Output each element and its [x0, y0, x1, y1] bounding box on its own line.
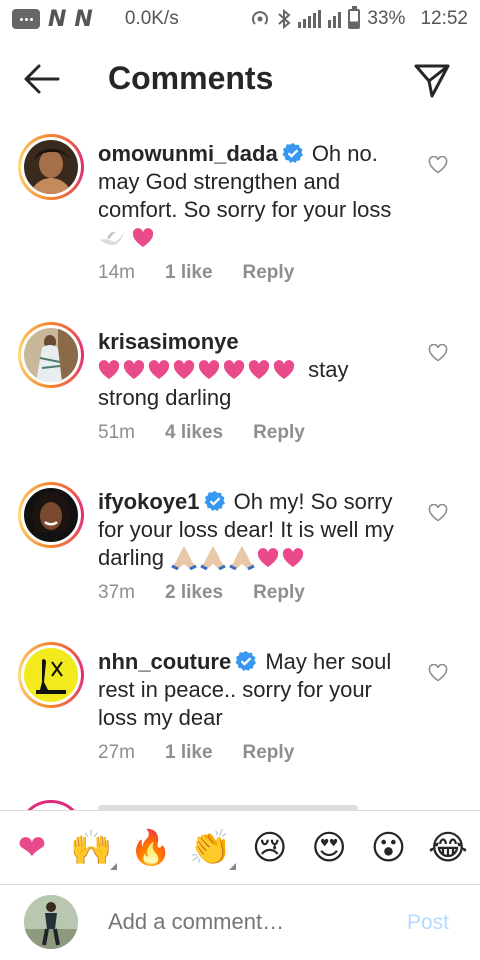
comment-time: 51m [98, 422, 135, 443]
praying-hands-emoji-icon [171, 546, 197, 570]
comment-body: ifyokoye1 Oh my! So sorry for your loss … [98, 488, 398, 572]
signal-icon-2 [328, 10, 342, 28]
reply-button[interactable]: Reply [253, 582, 305, 604]
avatar[interactable] [18, 642, 84, 708]
page-title: Comments [108, 60, 274, 96]
comment-composer: Post [0, 884, 480, 960]
signal-icon [298, 10, 322, 28]
pink-heart-icon [98, 360, 120, 379]
network-letter-2: N [74, 6, 93, 32]
heart-eyes-emoji-button[interactable]: 😍 [309, 828, 349, 868]
network-speed: 0.0K/s [124, 8, 179, 29]
battery-percent: 33% [367, 8, 406, 29]
emoji-quick-bar: ❤ 🙌 🔥 👏 😢 😍 😮 😂 [0, 810, 480, 884]
direct-send-icon[interactable] [412, 60, 452, 100]
pink-heart-icon [223, 360, 245, 379]
clapping-emoji-button[interactable]: 👏 [189, 827, 237, 870]
pink-heart-icon [173, 360, 195, 379]
like-heart-icon[interactable] [428, 504, 448, 522]
battery-icon [348, 6, 361, 29]
skin-tone-indicator [229, 862, 237, 870]
pink-heart-icon [148, 360, 170, 379]
dove-emoji-icon [100, 231, 124, 245]
post-button[interactable]: Post [407, 911, 449, 935]
pink-heart-icon [248, 360, 270, 379]
pink-heart-icon [258, 548, 279, 567]
comment-body: krisasimonye stay strong darling [98, 328, 398, 412]
comment-body: nhn_couture May her soul rest in peace..… [98, 648, 398, 732]
reply-button[interactable]: Reply [243, 262, 295, 284]
praying-hands-emoji-icon [229, 546, 255, 570]
header: Comments [0, 40, 480, 120]
raised-hands-emoji: 🙌 [70, 827, 113, 868]
comment-input[interactable] [108, 909, 388, 935]
avatar[interactable] [18, 482, 84, 548]
comment-username[interactable]: omowunmi_dada [98, 141, 278, 166]
pink-heart-icon [283, 548, 304, 567]
comment-item: omowunmi_dada Oh no. may God strengthen … [0, 132, 480, 302]
clock: 12:52 [420, 8, 468, 29]
verified-badge-icon [204, 491, 225, 511]
comment-meta: 14m 1 like Reply [98, 262, 294, 284]
comment-username[interactable]: ifyokoye1 [98, 489, 200, 514]
pink-heart-icon [123, 360, 145, 379]
comment-item: nhn_couture May her soul rest in peace..… [0, 640, 480, 780]
clapping-emoji: 👏 [189, 827, 232, 868]
avatar[interactable] [18, 134, 84, 200]
pink-heart-icon [198, 360, 220, 379]
fire-emoji-button[interactable]: 🔥 [130, 828, 172, 868]
comment-item: krisasimonye stay strong darling 51m 4 l… [0, 320, 480, 460]
comment-meta: 37m 2 likes Reply [98, 582, 305, 604]
verified-badge-icon [235, 651, 257, 671]
verified-badge-icon [282, 143, 303, 163]
comment-time: 37m [98, 582, 135, 603]
heart-emoji-button[interactable]: ❤ [12, 828, 52, 868]
status-bar: N N 0.0K/s 33% 12:52 [0, 0, 480, 38]
network-letter-1: N [48, 6, 67, 32]
like-heart-icon[interactable] [428, 664, 448, 682]
hotspot-icon [252, 11, 269, 25]
praying-hands-emoji-icon [200, 546, 226, 570]
comment-time: 27m [98, 742, 135, 763]
avatar[interactable] [18, 322, 84, 388]
comment-likes[interactable]: 1 like [165, 262, 213, 284]
comment-body: omowunmi_dada Oh no. may God strengthen … [98, 140, 398, 252]
bluetooth-icon [278, 9, 291, 29]
comment-meta: 51m 4 likes Reply [98, 422, 305, 444]
like-heart-icon[interactable] [428, 156, 448, 174]
crying-face-emoji-button[interactable]: 😢 [250, 828, 290, 868]
reply-button[interactable]: Reply [243, 742, 295, 764]
arrow-left-icon[interactable] [22, 62, 62, 96]
pink-heart-icon [273, 360, 295, 379]
message-app-icon [12, 9, 40, 29]
comment-item: ifyokoye1 Oh my! So sorry for your loss … [0, 480, 480, 620]
comment-username[interactable]: nhn_couture [98, 649, 231, 674]
comment-time: 14m [98, 262, 135, 283]
like-heart-icon[interactable] [428, 344, 448, 362]
comment-meta: 27m 1 like Reply [98, 742, 294, 764]
reply-button[interactable]: Reply [253, 422, 305, 444]
pink-heart-icon [132, 228, 154, 247]
comment-likes[interactable]: 2 likes [165, 582, 223, 604]
raised-hands-emoji-button[interactable]: 🙌 [70, 827, 118, 870]
comment-likes[interactable]: 4 likes [165, 422, 223, 444]
surprised-emoji-button[interactable]: 😮 [369, 828, 409, 868]
skin-tone-indicator [110, 862, 118, 870]
pink-hearts-row [98, 357, 298, 382]
comment-likes[interactable]: 1 like [165, 742, 213, 764]
laughing-tears-emoji-button[interactable]: 😂 [428, 828, 468, 868]
current-user-avatar [24, 895, 78, 949]
comment-username[interactable]: krisasimonye [98, 329, 239, 354]
